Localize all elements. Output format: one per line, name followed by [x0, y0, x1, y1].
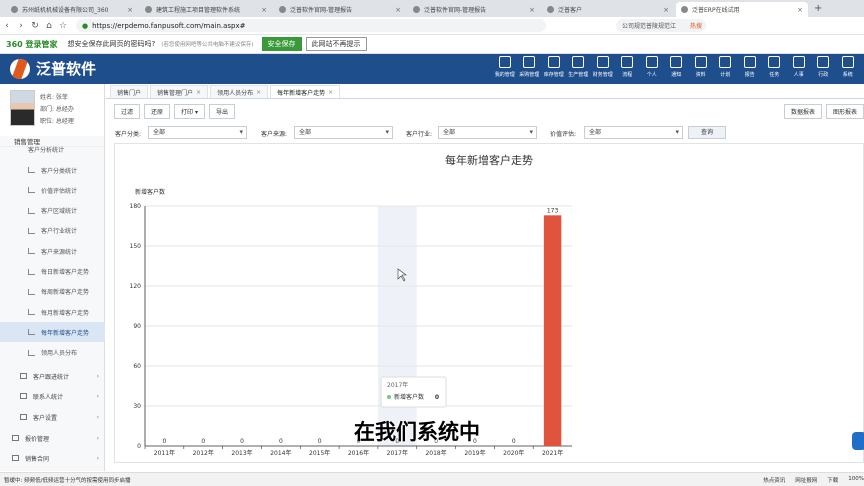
x-tick-label: 2017年	[387, 449, 408, 457]
x-tick-label: 2019年	[464, 449, 485, 457]
status-item[interactable]: 热点资讯	[763, 476, 785, 484]
x-tick-label: 2014年	[270, 449, 291, 457]
x-tick-label: 2021年	[542, 449, 563, 457]
y-tick-label: 180	[130, 203, 142, 210]
y-tick-label: 60	[133, 363, 141, 370]
tooltip-series: 新增客户数	[394, 393, 424, 401]
x-tick-label: 2011年	[154, 449, 175, 457]
status-item[interactable]: 下载	[827, 476, 838, 484]
status-item[interactable]: 100%	[848, 476, 864, 484]
x-tick-label: 2012年	[193, 449, 214, 457]
y-tick-label: 90	[133, 323, 141, 330]
tooltip-marker	[387, 395, 391, 399]
bar-chart: 0 30 60 90 120 150 180 新增客户数 2011年 0 2012年 0 2013年 0 2…	[130, 188, 572, 457]
x-tick-label: 2016年	[348, 449, 369, 457]
bar[interactable]	[543, 215, 562, 446]
data-label: 0	[240, 438, 244, 445]
tooltip-value: 0	[435, 394, 439, 401]
y-axis-label: 新增客户数	[135, 188, 165, 196]
x-tick-label: 2020年	[503, 449, 524, 457]
video-subtitle: 在我们系统中	[354, 420, 480, 444]
data-label: 0	[201, 438, 205, 445]
status-text: 暂缓中: 频频低/低频运营十分气的按需使用同步启播	[4, 477, 131, 484]
data-label: 0	[162, 438, 166, 445]
data-label: 0	[279, 438, 283, 445]
y-tick-label: 120	[130, 283, 142, 290]
tooltip-title: 2017年	[387, 381, 408, 389]
data-label: 0	[318, 438, 322, 445]
y-tick-label: 30	[133, 403, 141, 410]
x-tick-label: 2018年	[425, 449, 446, 457]
x-tick-label: 2013年	[231, 449, 252, 457]
data-label: 0	[512, 438, 516, 445]
chat-icon[interactable]	[852, 432, 864, 450]
x-tick-label: 2015年	[309, 449, 330, 457]
y-tick-label: 150	[130, 243, 142, 250]
status-bar: 暂缓中: 频频低/低频运营十分气的按需使用同步启播 热点资讯 网址报网 下载 100%	[0, 472, 864, 486]
data-label: 173	[547, 207, 559, 214]
y-tick-label: 0	[137, 443, 141, 450]
status-item[interactable]: 网址报网	[795, 476, 817, 484]
